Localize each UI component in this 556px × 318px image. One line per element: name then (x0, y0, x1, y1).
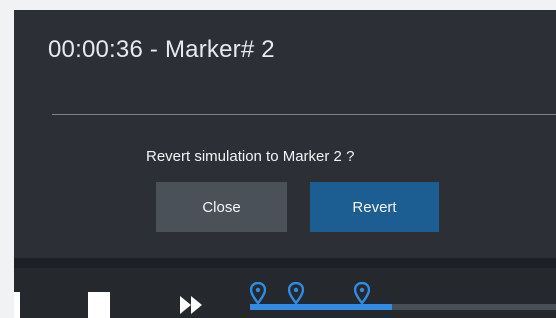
dialog-divider (52, 114, 556, 115)
revert-button[interactable]: Revert (310, 182, 439, 232)
player-bar (14, 268, 556, 318)
marker-pin-icon[interactable] (288, 282, 304, 304)
play-button-edge[interactable] (14, 292, 20, 318)
marker-pin-icon[interactable] (250, 282, 266, 304)
revert-dialog: 00:00:36 - Marker# 2 Revert simulation t… (14, 10, 556, 258)
dialog-message: Revert simulation to Marker 2 ? (146, 148, 355, 165)
dialog-title: 00:00:36 - Marker# 2 (48, 36, 275, 63)
dialog-shadow (14, 258, 556, 268)
stop-icon[interactable] (88, 292, 110, 318)
close-button[interactable]: Close (156, 182, 287, 232)
timeline-progress (250, 304, 392, 310)
fast-forward-icon[interactable] (180, 294, 204, 316)
marker-pin-icon[interactable] (354, 282, 370, 304)
